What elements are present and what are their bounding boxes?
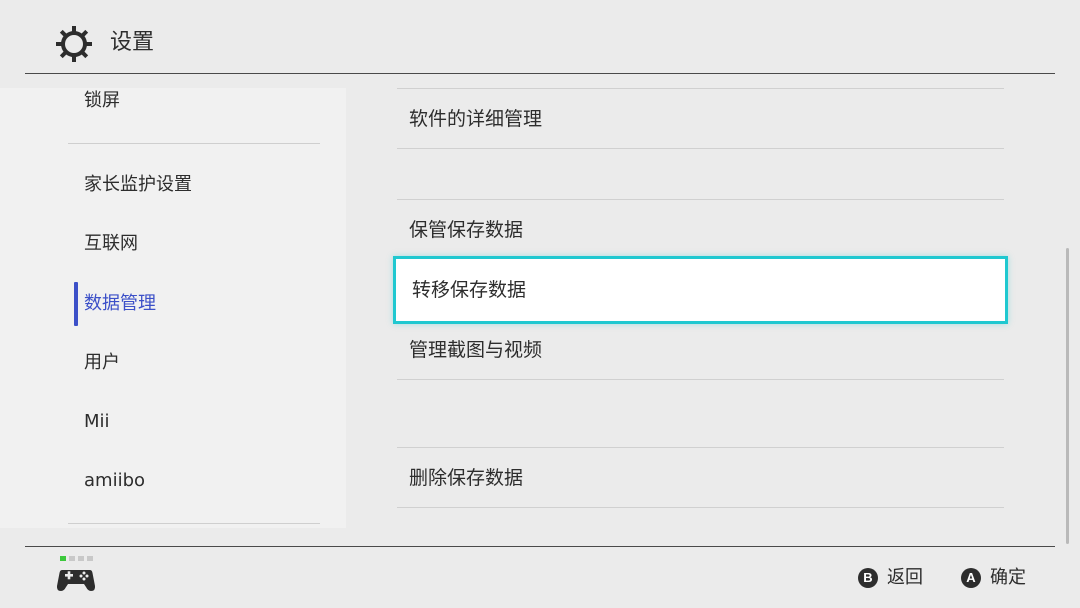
page-title: 设置 bbox=[110, 30, 155, 55]
menu-item-software-details[interactable]: 软件的详细管理 bbox=[409, 99, 989, 139]
list-divider bbox=[397, 199, 1004, 200]
sidebar-active-indicator bbox=[74, 282, 78, 326]
footer-divider bbox=[25, 546, 1055, 547]
sidebar-divider bbox=[68, 523, 320, 524]
list-divider bbox=[397, 507, 1004, 508]
sidebar-item-lock-screen[interactable]: 锁屏 bbox=[84, 81, 120, 121]
sidebar-item-parental-controls[interactable]: 家长监护设置 bbox=[84, 165, 192, 205]
scrollbar[interactable] bbox=[1066, 248, 1069, 544]
sidebar-item-users[interactable]: 用户 bbox=[84, 343, 120, 383]
player-indicator-dot bbox=[60, 556, 66, 561]
list-divider bbox=[397, 447, 1004, 448]
list-divider bbox=[397, 379, 1004, 380]
menu-item-save-data-cloud[interactable]: 保管保存数据 bbox=[409, 210, 989, 250]
sidebar-item-data-management[interactable]: 数据管理 bbox=[84, 284, 156, 324]
sidebar-item-internet[interactable]: 互联网 bbox=[84, 224, 138, 264]
player-indicator-dot bbox=[78, 556, 84, 561]
player-indicator bbox=[60, 556, 93, 561]
sidebar-item-amiibo[interactable]: amiibo bbox=[84, 461, 145, 501]
header: 设置 bbox=[0, 0, 1080, 74]
gear-icon bbox=[56, 26, 92, 62]
header-divider bbox=[25, 73, 1055, 74]
b-button-icon: B bbox=[858, 568, 878, 588]
player-indicator-dot bbox=[69, 556, 75, 561]
sidebar-divider bbox=[68, 143, 320, 144]
sidebar: 锁屏 家长监护设置 互联网 数据管理 用户 Mii amiibo bbox=[0, 88, 346, 528]
settings-screen: 设置 锁屏 家长监护设置 互联网 数据管理 用户 Mii amiibo 软件的详… bbox=[0, 0, 1080, 608]
confirm-hint[interactable]: 确定 bbox=[990, 564, 1026, 592]
list-divider bbox=[397, 88, 1004, 89]
menu-item-transfer-save-data[interactable]: 转移保存数据 bbox=[393, 256, 1008, 324]
menu-item-label: 转移保存数据 bbox=[412, 279, 527, 301]
a-button-icon: A bbox=[961, 568, 981, 588]
list-divider bbox=[397, 148, 1004, 149]
menu-item-delete-save-data[interactable]: 删除保存数据 bbox=[409, 458, 989, 498]
player-indicator-dot bbox=[87, 556, 93, 561]
sidebar-item-mii[interactable]: Mii bbox=[84, 402, 110, 442]
back-hint[interactable]: 返回 bbox=[887, 564, 923, 592]
menu-item-manage-screenshots[interactable]: 管理截图与视频 bbox=[409, 330, 989, 370]
controller-icon bbox=[56, 570, 96, 591]
